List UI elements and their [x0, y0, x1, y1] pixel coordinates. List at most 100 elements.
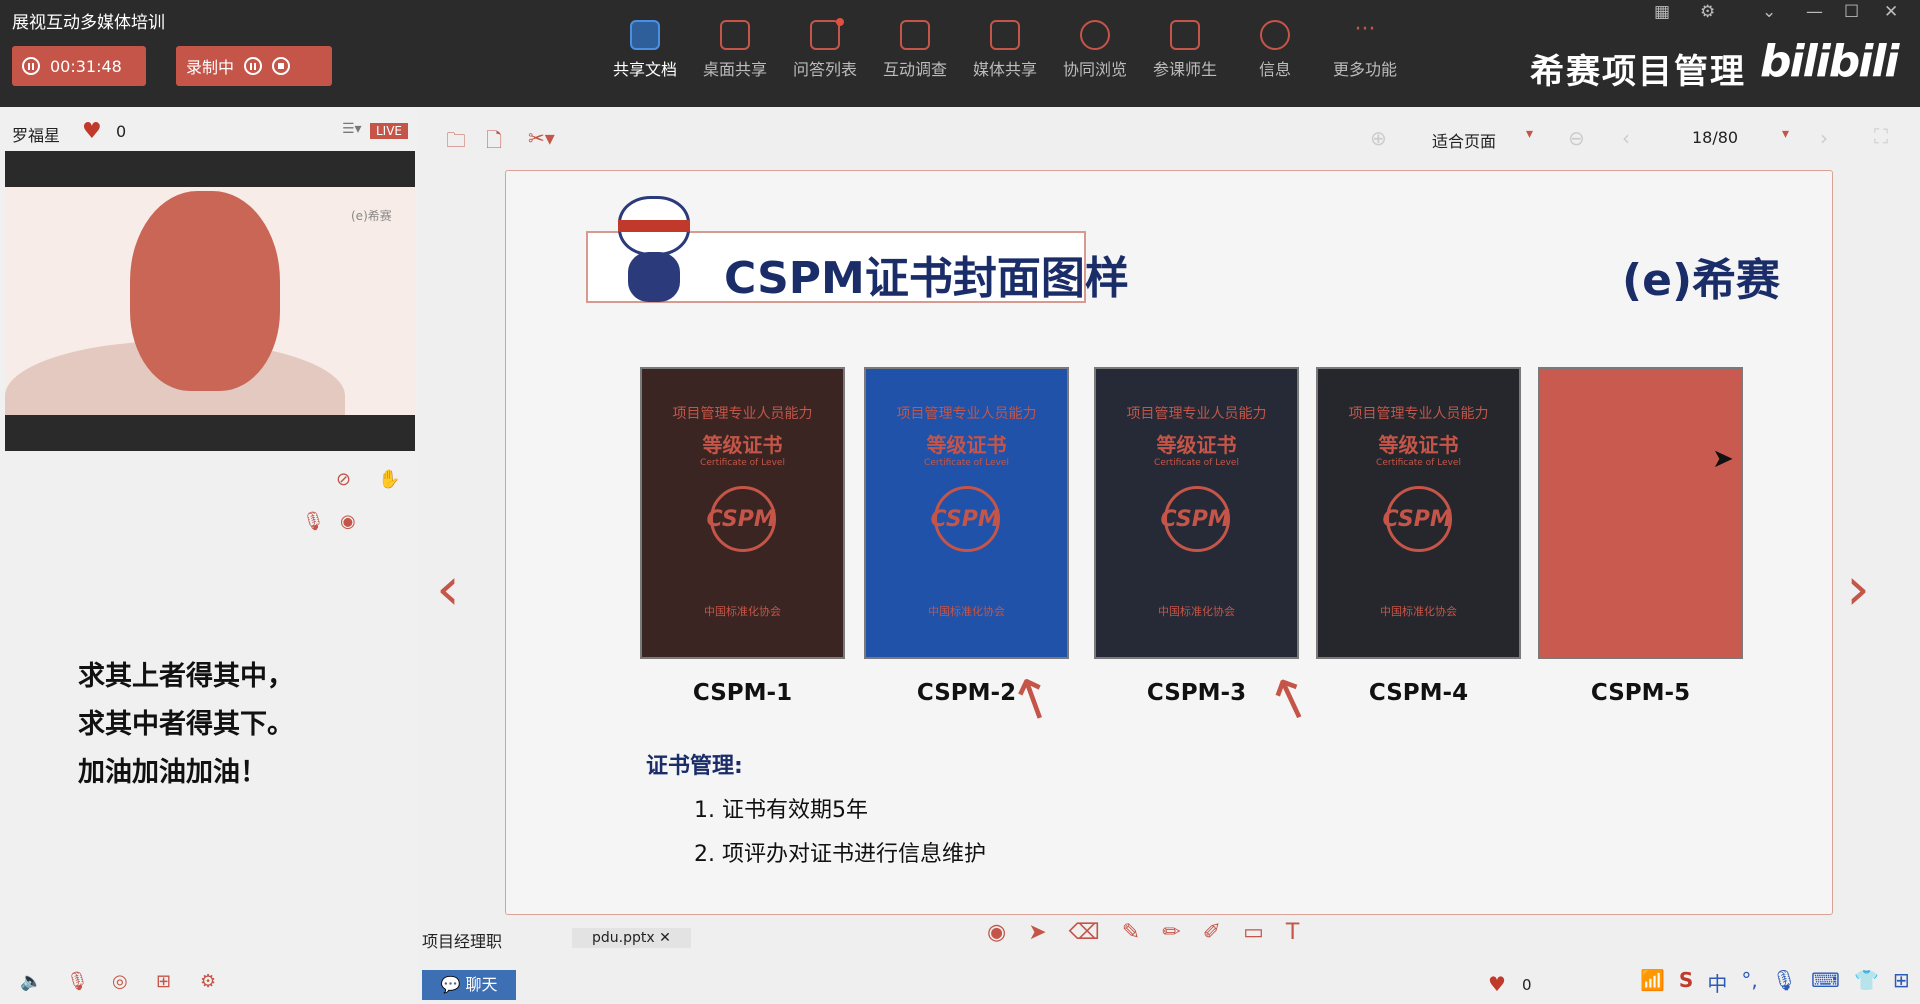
left-panel: 罗福星 ♥ 0 ☰▾ LIVE (e)希赛 ⊘ ✋ 🎙 ◉ 求其上者得其中， 求… — [0, 107, 418, 1004]
record-dot-icon[interactable]: ◉ — [987, 920, 1006, 945]
hand-icon[interactable]: ✋ — [378, 469, 400, 490]
recording-controls[interactable]: 录制中 — [176, 46, 332, 86]
chat-button[interactable]: 💬 聊天 — [422, 970, 516, 1000]
cspm-globe-icon: CSPM — [1383, 486, 1452, 552]
pointer-icon[interactable]: ➤ — [1028, 920, 1046, 945]
like-count: 0 — [116, 122, 127, 141]
minimize-icon[interactable]: — — [1806, 2, 1823, 22]
toolbar-share-document[interactable]: 共享文档 — [600, 20, 690, 80]
close-icon[interactable]: ✕ — [1884, 2, 1898, 22]
slide-title: CSPM证书封面图样 — [724, 253, 1129, 304]
certificate-cover: 项目管理专业人员能力 等级证书 Certificate of Level CSPM 中国… — [640, 367, 845, 659]
prev-page-icon[interactable]: ‹ — [1622, 126, 1630, 150]
toolbar-participants[interactable]: 参课师生 — [1140, 20, 1230, 80]
pause-record-icon[interactable] — [244, 57, 263, 75]
speaker-icon[interactable]: 🔈 — [20, 971, 42, 992]
zoom-out-icon[interactable]: ⊖ — [1568, 126, 1585, 150]
signal-icon[interactable]: 📶 — [1640, 968, 1665, 997]
gear-icon[interactable]: ⚙ — [200, 971, 216, 992]
system-tray: 📶 S 中 °, 🎙 ⌨ 👕 ⊞ — [1640, 968, 1910, 997]
cspm-globe-icon: CSPM — [931, 486, 1000, 552]
certificate-cover: 项目管理专业人员能力 等级证书 Certificate of Level CSPM 中国… — [1094, 367, 1299, 659]
heart-icon[interactable]: ♥ — [82, 119, 102, 144]
live-badge: LIVE — [370, 123, 409, 139]
zoom-in-icon[interactable]: ⊕ — [1370, 126, 1387, 150]
highlighter-icon[interactable]: ✐ — [1203, 920, 1221, 945]
compass-icon — [1080, 20, 1110, 50]
rectangle-icon[interactable]: ▭ — [1243, 920, 1264, 945]
text-tool-icon[interactable]: T — [1286, 920, 1299, 945]
award-icon[interactable]: ◎ — [112, 971, 128, 992]
file-icon[interactable]: 🗋 — [486, 126, 502, 160]
zoom-mode[interactable]: 适合页面 — [1432, 128, 1496, 152]
page-dropdown-icon[interactable]: ▾ — [1782, 126, 1789, 142]
pause-icon — [22, 57, 40, 75]
desktop-icon — [720, 20, 750, 50]
bottom-like-count: 0 — [1522, 976, 1532, 994]
tools-icon[interactable]: ⊞ — [1893, 968, 1910, 997]
film-icon — [990, 20, 1020, 50]
slide-prev-arrow[interactable]: ‹ — [436, 554, 460, 624]
cert-management-title: 证书管理: — [646, 754, 743, 779]
fullscreen-icon[interactable]: ⛶ — [1874, 124, 1888, 148]
more-icon: ··· — [1354, 17, 1376, 42]
voice-icon[interactable]: 🎙 — [1772, 968, 1797, 997]
skin-icon[interactable]: 👕 — [1854, 968, 1879, 997]
pen-icon[interactable]: ✏ — [1162, 920, 1180, 945]
settings-icon[interactable]: ⚙ — [1700, 2, 1715, 22]
toolbar-media-share[interactable]: 媒体共享 — [960, 20, 1050, 80]
mic-icon[interactable]: 🎙 — [66, 971, 89, 992]
presenter-face — [130, 191, 280, 391]
toolbar-qa-list[interactable]: 问答列表 — [780, 18, 870, 80]
ime-language[interactable]: 中 — [1707, 968, 1727, 997]
stop-record-icon[interactable] — [272, 57, 291, 75]
camera-off-icon[interactable]: ⊘ — [336, 469, 351, 490]
users-icon — [1170, 20, 1200, 50]
video-bar-bottom — [5, 415, 415, 451]
timer-text: 00:31:48 — [50, 56, 122, 76]
document-file-tab[interactable]: pdu.pptx ✕ — [572, 928, 691, 948]
chat-bubble-icon: 💬 — [440, 975, 461, 994]
document-icon — [630, 20, 660, 50]
webcam-icon[interactable]: ◉ — [340, 511, 356, 532]
toolbar-cobrowse[interactable]: 协同浏览 — [1050, 20, 1140, 80]
presenter-video: (e)希赛 — [5, 151, 415, 451]
certificate-label: CSPM-5 — [1590, 680, 1691, 706]
slide-next-arrow[interactable]: › — [1846, 554, 1870, 624]
close-tab-icon[interactable]: ✕ — [659, 930, 671, 946]
zoom-dropdown-icon[interactable]: ▾ — [1526, 126, 1533, 142]
sogou-icon[interactable]: S — [1679, 968, 1693, 997]
toolbar-info[interactable]: 信息 — [1230, 20, 1320, 80]
brand-text: 希赛项目管理 — [1530, 52, 1746, 92]
document-tab[interactable]: 项目经理职 — [422, 928, 502, 952]
equalizer-icon[interactable]: ⊞ — [156, 971, 171, 992]
motto-text: 求其上者得其中， 求其中者得其下。 加油加油加油！ — [78, 661, 294, 788]
bilibili-logo: bilibili — [1760, 36, 1899, 87]
brush-icon[interactable]: ✎ — [1122, 920, 1140, 945]
toolbar-survey[interactable]: 互动调查 — [870, 20, 960, 80]
maximize-icon[interactable]: ☐ — [1844, 2, 1859, 22]
toolbar-more[interactable]: ··· 更多功能 — [1320, 17, 1410, 80]
grid-icon[interactable]: ▦ — [1654, 2, 1670, 22]
video-bar-top — [5, 151, 415, 187]
punctuation-icon[interactable]: °, — [1741, 968, 1757, 997]
certificate-cover: 项目管理专业人员能力 等级证书 Certificate of Level CSPM 中国… — [1316, 367, 1521, 659]
app-title: 展视互动多媒体培训 — [12, 13, 165, 33]
recording-timer[interactable]: 00:31:48 — [12, 46, 146, 86]
scissors-icon[interactable]: ✂▾ — [528, 126, 555, 150]
cspm-globe-icon: CSPM — [1161, 486, 1230, 552]
cspm-globe-icon: CSPM — [707, 486, 776, 552]
eraser-icon[interactable]: ⌫ — [1069, 920, 1100, 945]
heart-icon[interactable]: ♥ — [1488, 972, 1506, 996]
mouse-cursor-icon: ➤ — [1712, 444, 1734, 474]
folder-icon[interactable]: 🗀 — [446, 126, 466, 160]
collapse-icon[interactable]: ⌄ — [1762, 2, 1776, 22]
next-page-icon[interactable]: › — [1820, 126, 1828, 150]
keyboard-icon[interactable]: ⌨ — [1811, 968, 1840, 997]
recording-status: 录制中 — [186, 58, 235, 77]
microphone-icon[interactable]: 🎙 — [302, 511, 325, 532]
menu-icon[interactable]: ☰▾ — [342, 121, 362, 137]
annotation-toolbar: ◉ ➤ ⌫ ✎ ✏ ✐ ▭ T — [975, 912, 1405, 952]
toolbar-desktop-share[interactable]: 桌面共享 — [690, 20, 780, 80]
page-indicator[interactable]: 18/80 — [1692, 128, 1738, 147]
